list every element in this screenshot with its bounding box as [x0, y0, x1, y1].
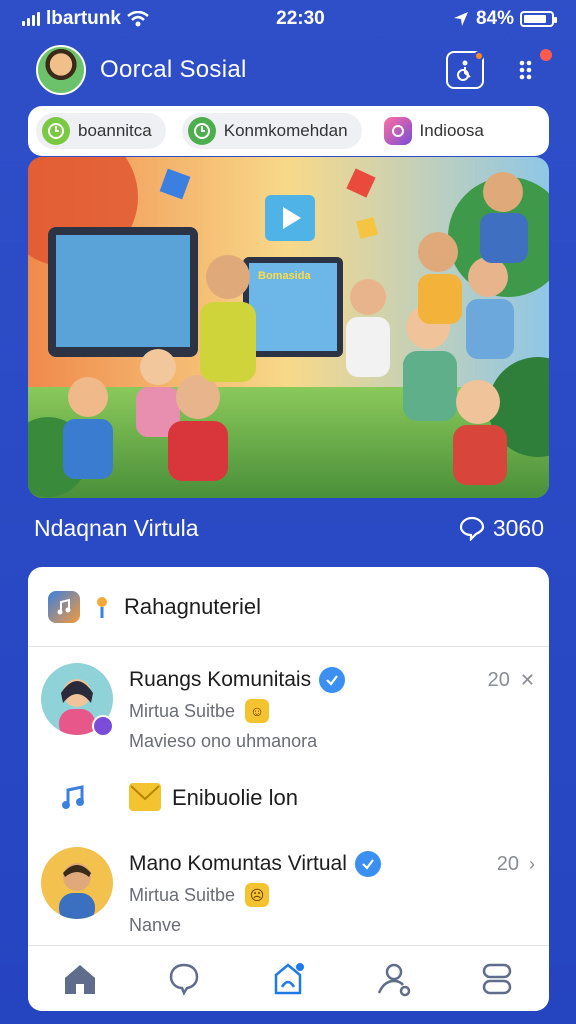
app-header: Oorcal Sosial: [36, 44, 554, 96]
item-subtitle: Mirtua Suitbe: [129, 884, 236, 905]
chat-bubble-icon: [170, 963, 199, 996]
profile-tab[interactable]: [371, 957, 415, 1001]
music-note-icon: [62, 785, 84, 809]
status-bar: lbartunk 22:30 84%: [0, 0, 576, 38]
comments-button[interactable]: 3060: [459, 515, 544, 542]
accessibility-button[interactable]: [446, 51, 484, 89]
online-badge: [92, 715, 114, 737]
item-meta: Nanve: [129, 915, 182, 935]
avatar: [41, 847, 113, 919]
chevron-right-icon[interactable]: ›: [529, 854, 535, 875]
list-item[interactable]: Mano Komuntas Virtual Mirtua Suitbe ☹ Na…: [28, 843, 549, 939]
wifi-icon: [127, 11, 149, 27]
home-tab[interactable]: [58, 957, 102, 1001]
notification-dot: [474, 51, 484, 61]
verified-icon: [354, 851, 381, 877]
community-panel: Rahagnuteriel Ruangs Komunitais Mirtua S…: [28, 567, 549, 1011]
community-tab[interactable]: [266, 957, 310, 1001]
settings-tab[interactable]: [475, 957, 519, 1001]
clock-time: 22:30: [276, 8, 325, 29]
panel-title: Rahagnuteriel: [124, 593, 261, 619]
filter-chip-3[interactable]: Indioosa: [378, 113, 498, 149]
close-icon[interactable]: ✕: [520, 670, 535, 691]
hero-image[interactable]: Bomasida: [28, 157, 549, 498]
poster-text: Bomasida: [258, 270, 311, 282]
panel-header: Rahagnuteriel: [28, 567, 549, 647]
item-count: 20: [487, 669, 510, 691]
envelope-icon: [129, 783, 161, 811]
community-icon: [275, 962, 305, 994]
item-subtitle: Mirtua Suitbe: [129, 700, 236, 721]
apps-menu-icon: [519, 60, 532, 80]
chat-tab[interactable]: [162, 957, 206, 1001]
filter-chip-1[interactable]: boannitca: [36, 113, 166, 149]
accessibility-icon: [457, 60, 471, 81]
signal-icon: [22, 12, 40, 26]
profile-avatar[interactable]: [36, 45, 86, 95]
list-item[interactable]: Enibuolie lon: [28, 775, 549, 819]
item-title: Enibuolie lon: [172, 785, 298, 810]
notification-badge: [538, 47, 554, 63]
emoji-icon: ☹: [245, 883, 270, 907]
filter-chip-label: Konmkomehdan: [223, 121, 348, 140]
clock-icon: [187, 117, 216, 145]
apps-menu-button[interactable]: [510, 47, 554, 89]
carrier-label: lbartunk: [46, 8, 121, 29]
item-title: Ruangs Komunitais: [129, 668, 312, 691]
pin-icon: [97, 596, 107, 618]
location-arrow-icon: [453, 12, 468, 26]
emoji-icon: ☺: [245, 699, 270, 723]
hero-caption: Ndaqnan Virtula 3060: [34, 510, 544, 546]
filter-chip-label: boannitca: [78, 121, 152, 140]
item-meta: Mavieso ono uhmanora: [129, 731, 318, 751]
clock-icon: [42, 117, 70, 145]
item-count: 20: [496, 853, 519, 875]
profile-icon: [377, 963, 410, 996]
music-app-icon: [48, 590, 80, 623]
gallery-icon: [383, 117, 412, 145]
app-title: Oorcal Sosial: [100, 56, 247, 83]
item-title: Mano Komuntas Virtual: [129, 852, 347, 875]
battery-icon: [520, 11, 557, 27]
home-icon: [65, 964, 96, 994]
list-item[interactable]: Ruangs Komunitais Mirtua Suitbe ☺ Mavies…: [28, 659, 549, 755]
comment-count: 3060: [492, 514, 544, 541]
bottom-tab-bar: [28, 945, 549, 1011]
hero-title: Ndaqnan Virtula: [34, 514, 199, 541]
battery-percent: 84%: [475, 8, 514, 29]
filter-chip-2[interactable]: Konmkomehdan: [181, 113, 362, 149]
filter-chip-label: Indioosa: [419, 121, 484, 140]
comment-icon: [459, 516, 484, 541]
filter-bar: boannitca Konmkomehdan Indioosa: [28, 106, 549, 156]
settings-toggle-icon: [482, 963, 512, 994]
verified-icon: [319, 667, 346, 693]
